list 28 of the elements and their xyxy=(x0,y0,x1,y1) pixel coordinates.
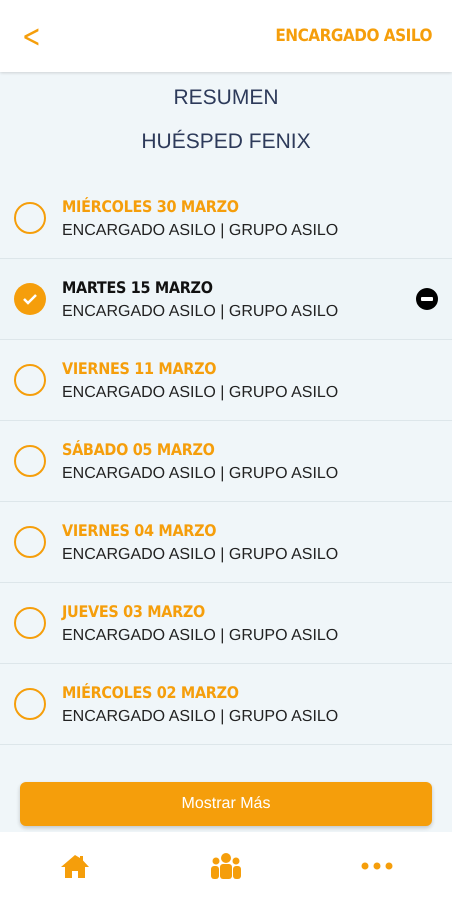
guest-name: HUÉSPED FENIX xyxy=(140,128,312,155)
header-title: ENCARGADO ASILO xyxy=(275,26,432,46)
entry-detail: ENCARGADO ASILO | GRUPO ASILO xyxy=(62,384,340,402)
entry-detail: ENCARGADO ASILO | GRUPO ASILO xyxy=(62,464,340,482)
entry-date: VIERNES 04 MARZO xyxy=(62,520,218,540)
select-circle[interactable] xyxy=(14,445,46,477)
select-circle[interactable] xyxy=(14,202,46,234)
entry-date: MIÉRCOLES 30 MARZO xyxy=(62,196,240,216)
summary-title: RESUMEN xyxy=(172,85,280,110)
entry-detail: ENCARGADO ASILO | GRUPO ASILO xyxy=(62,626,340,644)
entry-date: MARTES 15 MARZO xyxy=(62,278,214,296)
entry-date: JUEVES 03 MARZO xyxy=(62,602,206,620)
select-circle[interactable] xyxy=(14,364,46,396)
entry-detail: ENCARGADO ASILO | GRUPO ASILO xyxy=(62,222,340,240)
entry-detail: ENCARGADO ASILO | GRUPO ASILO xyxy=(62,546,340,564)
select-circle[interactable] xyxy=(14,688,46,720)
back-button[interactable]: < xyxy=(19,17,44,55)
entry-date: SÁBADO 05 MARZO xyxy=(62,440,216,458)
entry-detail: ENCARGADO ASILO | GRUPO ASILO xyxy=(62,302,340,320)
show-more-button[interactable]: Mostrar Más xyxy=(20,782,432,826)
select-circle[interactable] xyxy=(14,283,46,315)
check-icon xyxy=(22,293,38,305)
remove-icon[interactable] xyxy=(416,288,438,310)
entry-date: MIÉRCOLES 02 MARZO xyxy=(62,682,240,702)
select-circle[interactable] xyxy=(14,526,46,558)
select-circle[interactable] xyxy=(14,607,46,639)
entry-detail: ENCARGADO ASILO | GRUPO ASILO xyxy=(62,708,340,726)
entry-date: VIERNES 11 MARZO xyxy=(62,358,218,378)
